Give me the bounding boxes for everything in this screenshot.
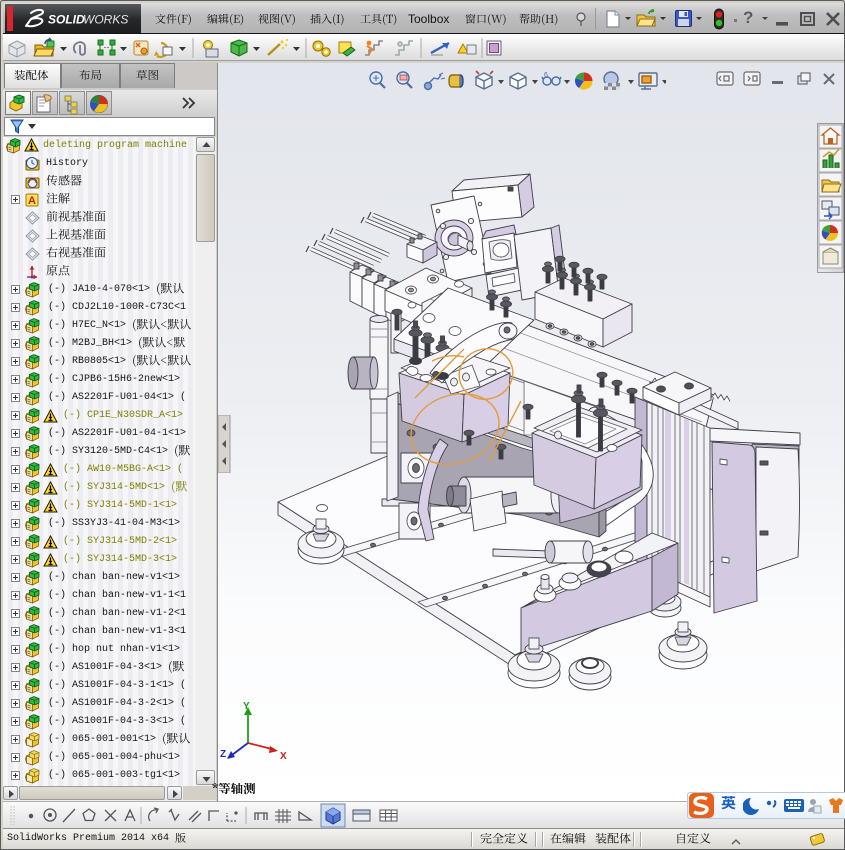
svg-text:WORKS: WORKS <box>83 13 128 27</box>
svg-text:Z: Z <box>220 749 226 760</box>
svg-text:6: 6 <box>544 72 548 79</box>
svg-text:SOLID: SOLID <box>48 13 85 27</box>
svg-text:X: X <box>280 751 287 762</box>
svg-text:Y: Y <box>243 701 250 712</box>
